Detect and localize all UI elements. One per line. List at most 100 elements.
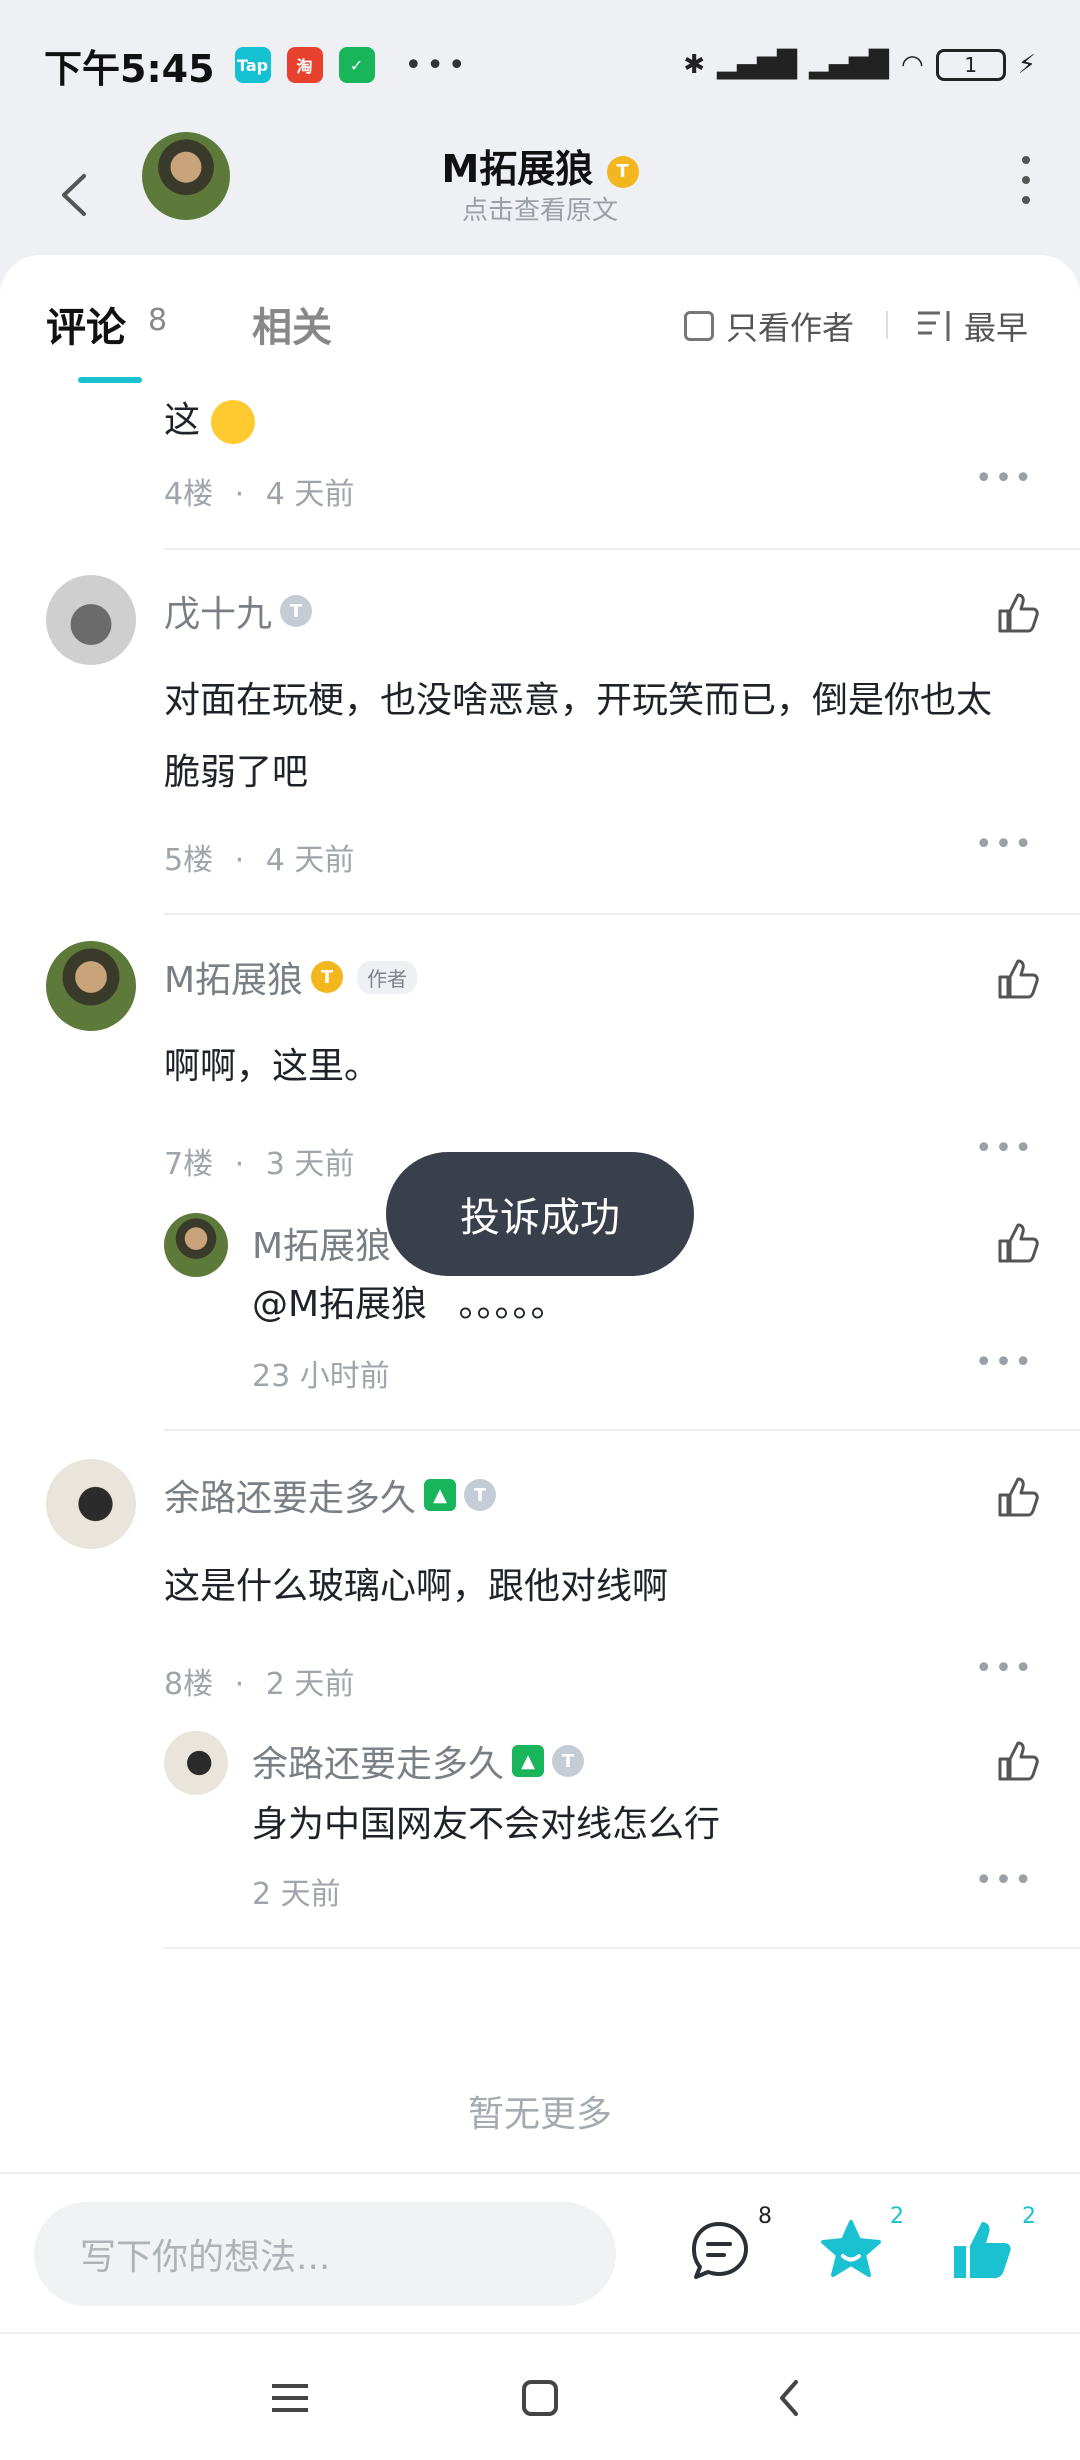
meta-separator: · — [234, 1667, 245, 1702]
comment-meta: 8楼 · 2 天前 — [164, 1659, 354, 1703]
commenter-name[interactable]: 余路还要走多久 ▲ T — [164, 1469, 497, 1521]
thumbs-up-icon[interactable] — [996, 957, 1040, 1001]
thumbs-up-filled-icon — [954, 2222, 1011, 2278]
comments-count: 8 — [148, 303, 168, 338]
reply-text: 身为中国网友不会对线怎么行 — [252, 1804, 721, 1845]
sort-label: 最早 — [964, 309, 1029, 347]
comment-input[interactable]: 写下你的想法... — [34, 2202, 616, 2306]
mention[interactable]: @M拓展狼 — [252, 1284, 427, 1325]
comment-text: 啊啊，这里。 — [164, 1046, 381, 1087]
comment-divider — [164, 1947, 1080, 1949]
level-badge-icon: T — [464, 1479, 497, 1511]
floor-number: 4楼 — [164, 477, 214, 512]
comment-tabs: 评论 8 相关 只看作者 最早 — [0, 255, 1080, 385]
bottom-action-bar: 写下你的想法... 8 2 2 — [0, 2172, 1080, 2332]
taobao-app-icon: 淘 — [286, 47, 323, 83]
thumbs-up-icon[interactable] — [996, 1221, 1040, 1265]
reply-text: @M拓展狼 。。。。。 — [252, 1275, 567, 1335]
reply-avatar[interactable] — [164, 1213, 228, 1277]
home-icon[interactable] — [510, 2368, 570, 2428]
comment-icon — [692, 2222, 748, 2279]
only-author-label: 只看作者 — [726, 309, 855, 347]
level-badge-icon: T — [311, 961, 344, 993]
status-time: 下午5:45 — [44, 46, 215, 91]
security-app-icon: ✓ — [338, 47, 375, 83]
meta-separator: · — [234, 477, 245, 512]
divider — [886, 311, 888, 339]
avatar[interactable] — [46, 1459, 136, 1549]
more-notifications-icon: ••• — [404, 47, 470, 83]
author-name-title[interactable]: M拓展狼 T — [0, 138, 1080, 193]
like-button[interactable]: 2 — [948, 2204, 1036, 2286]
comment-divider — [164, 913, 1080, 915]
wifi-icon: ◠ — [901, 50, 924, 80]
sort-button[interactable]: 最早 — [916, 303, 1028, 349]
more-vertical-icon[interactable] — [1016, 150, 1036, 210]
comment-text-line2: 脆弱了吧 — [164, 752, 309, 793]
verified-badge-icon: ▲ — [512, 1745, 545, 1777]
reply-name[interactable]: 余路还要走多久 ▲ T — [252, 1735, 585, 1787]
comment-text-content: 这 — [164, 400, 201, 441]
signal-hd-icon: ▂▄▆█ — [717, 50, 798, 80]
active-tab-indicator — [78, 377, 142, 383]
more-horizontal-icon[interactable]: ••• — [975, 827, 1034, 862]
commenter-name[interactable]: M拓展狼 T 作者 — [164, 951, 418, 1003]
menu-icon[interactable] — [260, 2368, 320, 2428]
thumbs-up-icon[interactable] — [996, 1475, 1040, 1519]
reply-name[interactable]: M拓展狼 — [252, 1217, 391, 1269]
comment-time: 4 天前 — [265, 477, 355, 512]
header-title-text: M拓展狼 — [441, 147, 594, 191]
favorite-button[interactable]: 2 — [816, 2204, 904, 2286]
sort-icon — [918, 311, 950, 341]
star-icon — [821, 2220, 881, 2277]
comment-button[interactable]: 8 — [684, 2204, 772, 2286]
more-horizontal-icon[interactable]: ••• — [975, 1131, 1034, 1166]
post-header: M拓展狼 T 点击查看原文 — [0, 130, 1080, 260]
commenter-name-text: M拓展狼 — [164, 960, 304, 1001]
reply-text-content: 。。。。。 — [458, 1284, 567, 1325]
commenter-name-text: 余路还要走多久 — [164, 1478, 417, 1519]
commenter-name[interactable]: 戊十九 T — [164, 585, 313, 637]
verified-badge-icon: ▲ — [424, 1479, 457, 1511]
level-badge-icon: T — [606, 155, 639, 188]
only-author-toggle[interactable]: 只看作者 — [684, 303, 854, 349]
thumbs-up-icon[interactable] — [996, 591, 1040, 635]
reply-time: 23 小时前 — [252, 1359, 390, 1394]
reply-avatar[interactable] — [164, 1731, 228, 1795]
status-indicators: ✱ ▂▄▆█ ▂▄▆█ ◠ 1 ⚡ — [683, 49, 1036, 81]
reply-time: 2 天前 — [252, 1877, 341, 1912]
floor-number: 8楼 — [164, 1667, 214, 1702]
view-original-link[interactable]: 点击查看原文 — [0, 190, 1080, 227]
battery-icon: 1 — [935, 49, 1006, 81]
bluetooth-icon: ✱ — [683, 50, 706, 80]
level-badge-icon: T — [552, 1745, 585, 1777]
checkbox-icon[interactable] — [684, 311, 714, 341]
tab-comments[interactable]: 评论 — [46, 295, 126, 353]
favorite-count: 2 — [890, 2204, 904, 2229]
like-count: 2 — [1022, 2204, 1036, 2229]
reply-name-text: 余路还要走多久 — [252, 1744, 505, 1785]
system-nav-bar — [0, 2332, 1080, 2460]
comment-count: 8 — [758, 2204, 772, 2229]
no-more-label: 暂无更多 — [467, 2094, 612, 2135]
comment-time: 3 天前 — [265, 1147, 355, 1182]
comment-text: 对面在玩梗，也没啥恶意，开玩笑而已，倒是你也太 — [164, 680, 993, 721]
meta-separator: · — [234, 843, 245, 878]
more-horizontal-icon[interactable]: ••• — [975, 1345, 1034, 1380]
toast-message: 投诉成功 — [386, 1152, 694, 1276]
nav-back-icon[interactable] — [760, 2368, 820, 2428]
more-horizontal-icon[interactable]: ••• — [975, 1651, 1034, 1686]
thumbs-up-icon[interactable] — [996, 1739, 1040, 1783]
comment-time: 4 天前 — [265, 843, 355, 878]
comment-divider — [164, 1429, 1080, 1431]
comment-meta: 7楼 · 3 天前 — [164, 1139, 354, 1183]
charging-icon: ⚡ — [1017, 50, 1036, 80]
tab-related[interactable]: 相关 — [252, 295, 332, 353]
avatar[interactable] — [46, 575, 136, 665]
more-horizontal-icon[interactable]: ••• — [975, 1863, 1034, 1898]
avatar[interactable] — [46, 941, 136, 1031]
status-bar: 下午5:45 Tap 淘 ✓ ••• ✱ ▂▄▆█ ▂▄▆█ ◠ 1 ⚡ — [0, 0, 1080, 130]
comment-divider — [164, 548, 1080, 550]
more-horizontal-icon[interactable]: ••• — [975, 461, 1034, 496]
level-badge-icon: T — [280, 595, 313, 627]
